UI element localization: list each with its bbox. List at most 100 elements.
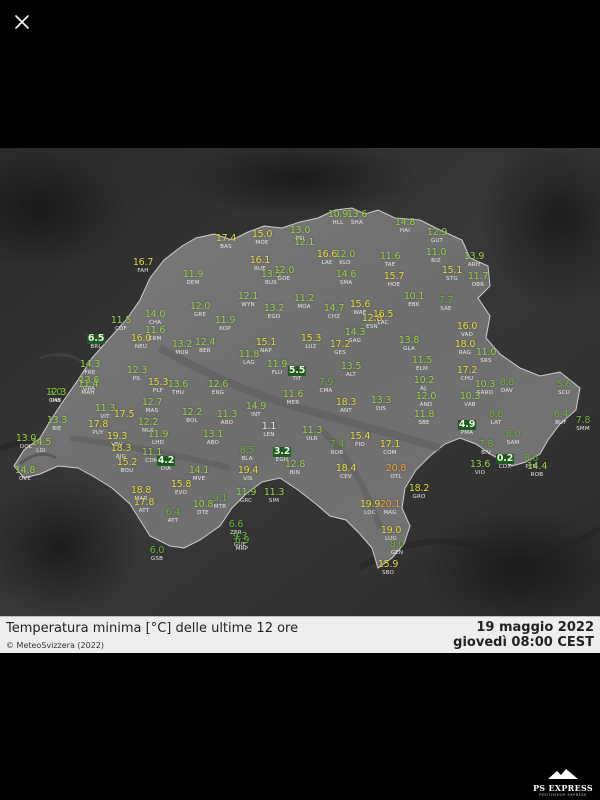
station-label: 13.3 DIS bbox=[370, 395, 392, 412]
station-value: 20.1 bbox=[379, 499, 401, 510]
station-value: 10.2 bbox=[413, 375, 435, 386]
station-value: 13.2 bbox=[263, 303, 285, 314]
map-title: Temperatura minima [°C] delle ultime 12 … bbox=[6, 621, 299, 636]
station-value: 15.1 bbox=[255, 337, 277, 348]
station-label: 15.7 HOE bbox=[383, 271, 405, 288]
station-label: 10.9 HLL bbox=[328, 210, 349, 226]
station-code: VIO bbox=[474, 469, 486, 476]
station-code: MAH bbox=[81, 389, 95, 396]
station-label: 14.9 INT bbox=[246, 402, 267, 418]
station-value: 0.2 bbox=[495, 453, 515, 464]
station-label: 11.3 ABO bbox=[216, 409, 238, 426]
station-code: GRC bbox=[239, 497, 253, 504]
station-value: 11.3 bbox=[94, 403, 116, 414]
station-code: LAG bbox=[243, 359, 255, 366]
station-code: CDF bbox=[115, 325, 127, 332]
station-code: SAE bbox=[440, 305, 452, 312]
station-label: 6.4 ATT bbox=[166, 508, 181, 524]
station-label: 13.6 VIO bbox=[470, 460, 491, 476]
station-code: HLL bbox=[332, 219, 344, 226]
station-value: 15.0 bbox=[251, 229, 273, 240]
station-code: MRP bbox=[235, 545, 249, 552]
station-code: BUF bbox=[555, 419, 567, 426]
station-value: 12.2 bbox=[181, 407, 203, 418]
station-code: FLU bbox=[271, 369, 283, 376]
station-code: VAD bbox=[460, 331, 474, 338]
station-value: 12.1 bbox=[293, 237, 315, 248]
station-value: 16.5 bbox=[372, 309, 394, 320]
station-value: 13.2 bbox=[171, 339, 193, 350]
station-value: 12.0 bbox=[415, 391, 437, 402]
station-value: 11.6 bbox=[144, 325, 166, 336]
station-label: 6.4 BUF bbox=[554, 410, 569, 426]
station-value: 17.8 bbox=[87, 419, 109, 430]
station-value: 15.9 bbox=[377, 559, 399, 570]
station-value: 18.2 bbox=[408, 483, 430, 494]
station-value: 6.0 bbox=[149, 545, 165, 556]
station-code: ROB bbox=[330, 449, 344, 456]
station-value: 17.8 bbox=[133, 497, 155, 508]
station-code: DIA bbox=[160, 465, 172, 472]
station-value: 12.1 bbox=[237, 291, 259, 302]
station-label: 16.5 LAC bbox=[372, 309, 394, 326]
station-label: 7.8 BIV bbox=[479, 440, 494, 456]
station-label: 19.9 LOC bbox=[360, 500, 381, 516]
station-code: DAV bbox=[501, 387, 513, 394]
station-value: 15.7 bbox=[383, 271, 405, 282]
station-value: 11.5 bbox=[411, 355, 433, 366]
station-label: 15.8 EVO bbox=[170, 479, 192, 496]
station-label: 19.4 VIS bbox=[238, 466, 259, 482]
station-value: 12.9 bbox=[426, 227, 448, 238]
station-value: 8.0 bbox=[389, 539, 405, 550]
station-label: 20.1 MAG bbox=[379, 499, 401, 516]
station-value: 6.4 bbox=[165, 507, 181, 518]
station-value: 15.1 bbox=[441, 265, 463, 276]
station-code: ANT bbox=[340, 407, 352, 414]
station-code: SHA bbox=[350, 219, 363, 226]
station-value: 11.9 bbox=[214, 315, 236, 326]
station-value: 11.3 bbox=[216, 409, 238, 420]
station-code: BER bbox=[199, 347, 211, 354]
close-button[interactable] bbox=[8, 8, 36, 36]
station-value: 15.8 bbox=[170, 479, 192, 490]
station-value: 17.5 bbox=[113, 409, 135, 420]
station-code: MAG bbox=[383, 509, 397, 516]
station-value: 15.3 bbox=[300, 333, 322, 344]
station-code: BAS bbox=[220, 243, 232, 250]
station-label: 12.4 BER bbox=[195, 338, 216, 354]
station-code: BIE bbox=[52, 425, 62, 432]
station-label: 13.5 ALT bbox=[341, 362, 362, 378]
station-label: 7.8 SMM bbox=[576, 416, 591, 432]
station-value: 11.9 bbox=[182, 269, 204, 280]
station-value: 17.2 bbox=[456, 365, 478, 376]
station-value: 12.0 bbox=[334, 249, 356, 260]
station-label: 15.1 NAP bbox=[255, 337, 277, 354]
station-label: 15.9 SBO bbox=[377, 559, 399, 576]
station-label: 12.9 GUT bbox=[426, 227, 448, 244]
station-code: KLO bbox=[339, 259, 351, 266]
photo-viewer: { "viewer": { "close_icon": "close-icon"… bbox=[0, 0, 600, 800]
station-value: 14.5 bbox=[30, 437, 52, 448]
station-value: 19.0 bbox=[380, 525, 402, 536]
station-label: 6.9 MRP bbox=[235, 536, 250, 552]
station-label: 14.7 CHZ bbox=[324, 304, 345, 320]
station-code: FAH bbox=[137, 267, 149, 274]
station-code: BOL bbox=[186, 417, 198, 424]
station-value: 13.3 bbox=[370, 395, 392, 406]
station-code: GLA bbox=[403, 345, 415, 352]
station-label: 5.5 TIT bbox=[287, 366, 307, 382]
station-label: 15.1 STG bbox=[441, 265, 463, 282]
station-code: PLF bbox=[152, 387, 164, 394]
station-code: LAT bbox=[490, 419, 502, 426]
station-code: DEM bbox=[186, 279, 200, 286]
mountain-logo-icon bbox=[548, 769, 578, 779]
station-label: 14.8 OVE bbox=[15, 466, 36, 482]
station-label: 11.7 OBR bbox=[468, 272, 489, 288]
station-label: 11.3 SIM bbox=[264, 488, 285, 504]
station-value: 11.2 bbox=[293, 293, 315, 304]
station-value: 18.4 bbox=[335, 463, 357, 474]
station-label: 10.1 EBK bbox=[404, 292, 425, 308]
station-label: 16.7 FAH bbox=[133, 258, 154, 274]
station-label: 13.8 GLA bbox=[399, 336, 420, 352]
station-value: 17.1 bbox=[379, 439, 401, 450]
